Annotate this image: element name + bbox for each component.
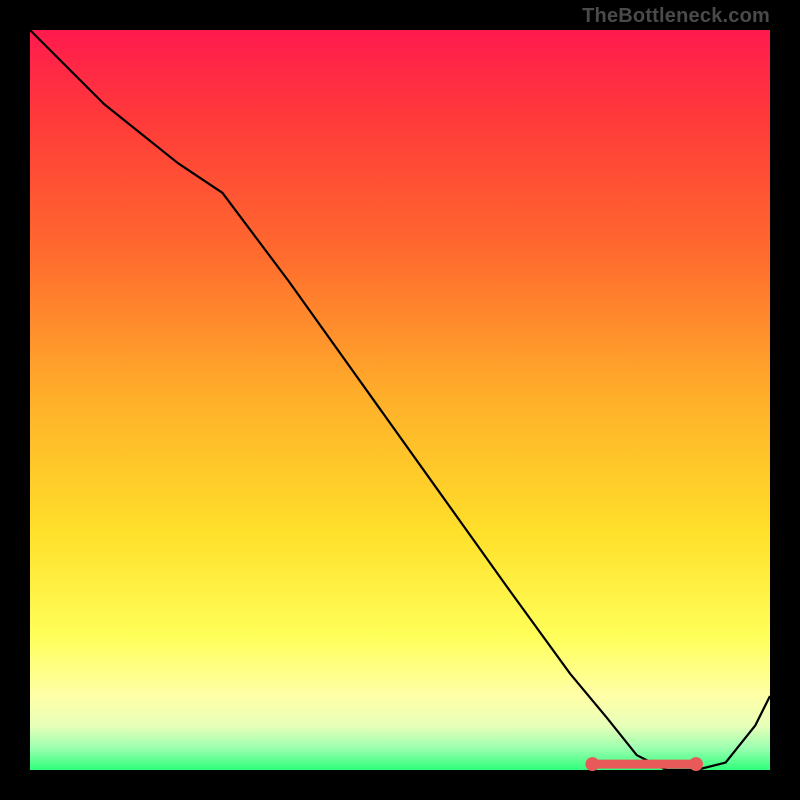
annotation-dot-right	[689, 757, 703, 771]
chart-stage: TheBottleneck.com	[0, 0, 800, 800]
chart-overlay	[30, 30, 770, 770]
annotation-dot-left	[585, 757, 599, 771]
series-line	[30, 30, 770, 770]
watermark-text: TheBottleneck.com	[582, 6, 770, 26]
